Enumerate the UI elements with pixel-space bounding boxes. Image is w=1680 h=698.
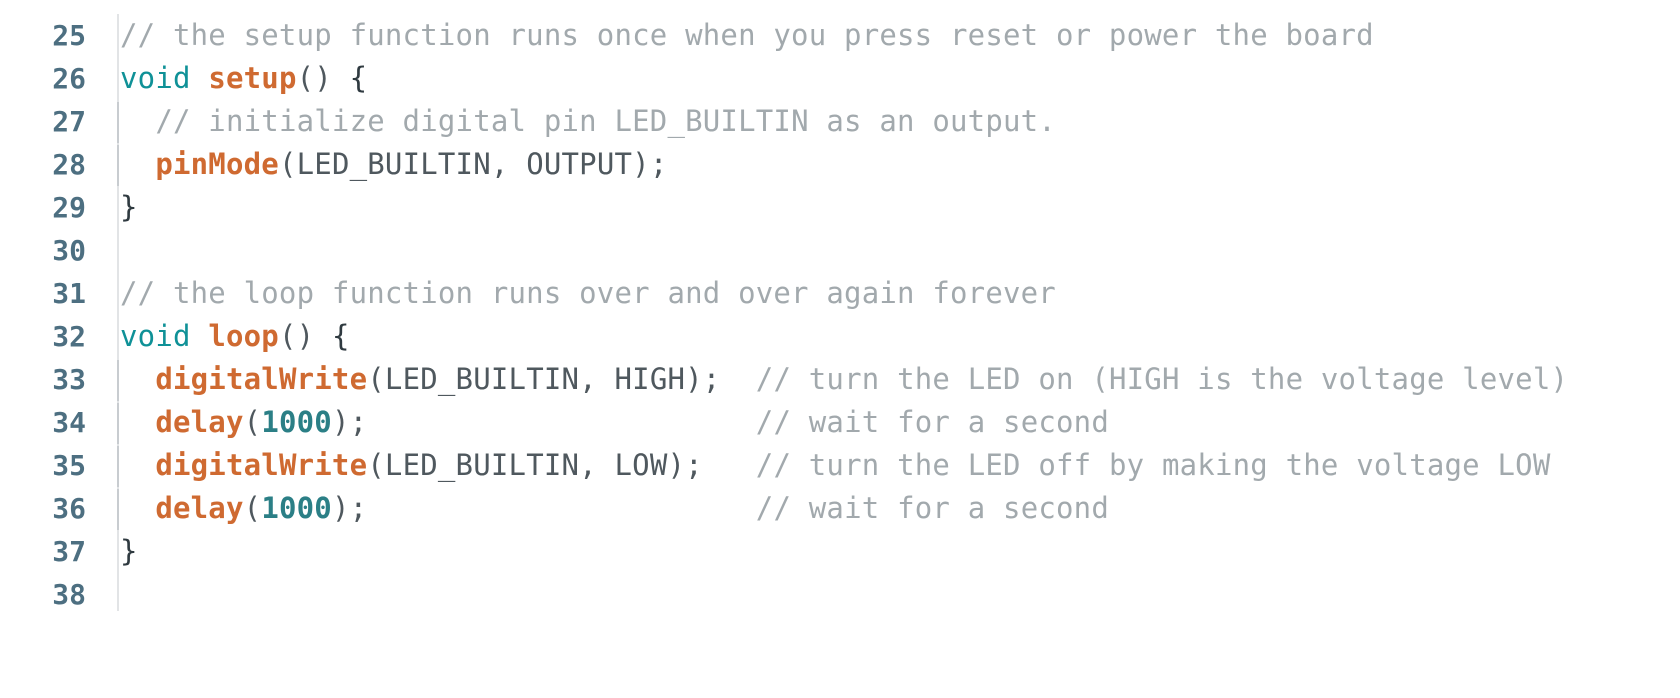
code-line[interactable]: 37} xyxy=(0,530,1680,573)
token-punct: ( xyxy=(243,491,262,525)
line-number: 29 xyxy=(52,191,86,224)
indent-guide xyxy=(117,102,119,143)
line-content[interactable]: digitalWrite(LED_BUILTIN, LOW); // turn … xyxy=(120,444,1550,487)
code-editor-pane[interactable]: 25 // the setup function runs once when y… xyxy=(0,0,1680,698)
line-content[interactable]: // the setup function runs once when you… xyxy=(120,14,1374,57)
code-line[interactable]: 29} xyxy=(0,186,1680,229)
code-line[interactable]: 25 // the setup function runs once when y… xyxy=(0,14,1680,57)
line-number: 38 xyxy=(52,578,86,611)
token-plain: LED_BUILTIN, OUTPUT xyxy=(296,147,633,181)
code-line[interactable]: 36 delay(1000); // wait for a second xyxy=(0,487,1680,530)
token-comment: // initialize digital pin LED_BUILTIN as… xyxy=(155,104,1056,138)
indent-guide xyxy=(117,145,119,186)
line-number: 34 xyxy=(52,406,86,439)
token-number: 1000 xyxy=(261,491,332,525)
token-punct: ( xyxy=(243,405,262,439)
line-content[interactable]: } xyxy=(120,530,138,573)
token-comment: // wait for a second xyxy=(755,491,1109,525)
indent-guide xyxy=(117,360,119,401)
token-brace: { xyxy=(331,319,350,353)
token-keyword: void xyxy=(120,319,191,353)
line-content[interactable]: } xyxy=(120,186,138,229)
token-punct: ( xyxy=(367,362,385,396)
token-brace: } xyxy=(120,534,138,568)
code-line[interactable]: 27 // initialize digital pin LED_BUILTIN… xyxy=(0,100,1680,143)
token-comment: // the loop function runs over and over … xyxy=(120,276,1056,310)
token-number: 1000 xyxy=(261,405,332,439)
code-line[interactable]: 33 digitalWrite(LED_BUILTIN, HIGH); // t… xyxy=(0,358,1680,401)
token-plain: LED_BUILTIN, HIGH xyxy=(384,362,686,396)
code-line[interactable]: 32 void loop() { xyxy=(0,315,1680,358)
line-content[interactable]: digitalWrite(LED_BUILTIN, HIGH); // turn… xyxy=(120,358,1568,401)
line-content[interactable]: // the loop function runs over and over … xyxy=(120,272,1056,315)
indent-guide xyxy=(117,489,119,530)
code-line[interactable]: 30 xyxy=(0,229,1680,272)
line-content[interactable]: void loop() { xyxy=(120,315,350,358)
line-number: 37 xyxy=(52,535,86,568)
line-number: 27 xyxy=(52,105,86,138)
token-punct: () xyxy=(278,319,332,353)
token-punct: ); xyxy=(685,362,721,396)
indent-guide xyxy=(117,446,119,487)
line-number: 36 xyxy=(52,492,86,525)
token-func: delay xyxy=(155,491,244,525)
indent-guide xyxy=(117,403,119,444)
line-number: 25 xyxy=(52,19,86,52)
token-func: pinMode xyxy=(155,147,279,181)
code-lines-container[interactable]: 25 // the setup function runs once when y… xyxy=(0,0,1680,616)
line-number: 35 xyxy=(52,449,86,482)
token-punct: ); xyxy=(331,405,368,439)
code-line[interactable]: 34 delay(1000); // wait for a second xyxy=(0,401,1680,444)
line-content[interactable]: delay(1000); // wait for a second xyxy=(120,401,1109,444)
line-content[interactable]: pinMode(LED_BUILTIN, OUTPUT); xyxy=(120,143,667,186)
token-func: delay xyxy=(155,405,244,439)
token-brace: } xyxy=(120,190,138,224)
line-number: 32 xyxy=(52,320,86,353)
token-comment: // wait for a second xyxy=(755,405,1109,439)
token-keyword: void xyxy=(120,61,191,95)
code-line[interactable]: 38 xyxy=(0,573,1680,616)
token-func: setup xyxy=(208,61,297,95)
token-punct: ); xyxy=(331,491,368,525)
line-content[interactable]: delay(1000); // wait for a second xyxy=(120,487,1109,530)
code-line[interactable]: 31 // the loop function runs over and ove… xyxy=(0,272,1680,315)
token-comment: // turn the LED off by making the voltag… xyxy=(755,448,1551,482)
line-content[interactable]: // initialize digital pin LED_BUILTIN as… xyxy=(120,100,1056,143)
token-func: digitalWrite xyxy=(155,448,368,482)
token-comment: // turn the LED on (HIGH is the voltage … xyxy=(755,362,1569,396)
token-punct: () xyxy=(296,61,350,95)
token-punct: ); xyxy=(632,147,668,181)
token-plain: LED_BUILTIN, LOW xyxy=(384,448,668,482)
line-number: 26 xyxy=(52,62,86,95)
token-punct: ); xyxy=(667,448,703,482)
line-number: 31 xyxy=(52,277,86,310)
line-number: 33 xyxy=(52,363,86,396)
token-func: digitalWrite xyxy=(155,362,368,396)
token-func: loop xyxy=(208,319,279,353)
line-number: 28 xyxy=(52,148,86,181)
token-comment: // the setup function runs once when you… xyxy=(120,18,1374,52)
code-line[interactable]: 26 void setup() { xyxy=(0,57,1680,100)
line-content[interactable]: void setup() { xyxy=(120,57,367,100)
code-line[interactable]: 28 pinMode(LED_BUILTIN, OUTPUT); xyxy=(0,143,1680,186)
token-brace: { xyxy=(349,61,368,95)
code-line[interactable]: 35 digitalWrite(LED_BUILTIN, LOW); // tu… xyxy=(0,444,1680,487)
token-punct: ( xyxy=(278,147,297,181)
line-number: 30 xyxy=(52,234,86,267)
token-punct: ( xyxy=(367,448,385,482)
